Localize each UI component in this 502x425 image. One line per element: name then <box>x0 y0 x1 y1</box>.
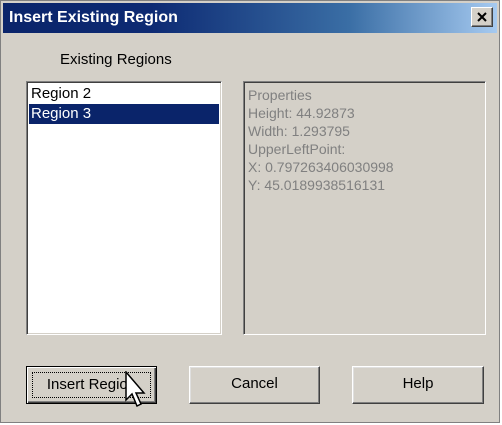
help-button[interactable]: Help <box>352 366 484 404</box>
property-width: Width: 1.293795 <box>248 123 350 139</box>
insert-region-button[interactable]: Insert Region <box>26 366 157 404</box>
regions-listbox[interactable]: Region 2 Region 3 <box>26 81 222 335</box>
list-item-region-3[interactable]: Region 3 <box>29 104 219 124</box>
list-item-region-2[interactable]: Region 2 <box>29 84 219 104</box>
property-height: Height: 44.92873 <box>248 105 355 121</box>
property-x: X: 0.797263406030998 <box>248 159 394 175</box>
close-icon <box>477 12 487 22</box>
title-bar[interactable]: Insert Existing Region <box>3 3 497 33</box>
dialog-title: Insert Existing Region <box>9 9 178 26</box>
close-button[interactable] <box>471 7 493 27</box>
properties-panel: Properties Height: 44.92873 Width: 1.293… <box>243 81 486 335</box>
properties-heading: Properties <box>248 87 312 103</box>
insert-region-label: Insert Region <box>32 372 151 398</box>
cancel-button[interactable]: Cancel <box>189 366 320 404</box>
insert-existing-region-dialog: Insert Existing Region Existing Regions … <box>0 0 500 423</box>
existing-regions-label: Existing Regions <box>60 51 172 68</box>
property-upper-left-point: UpperLeftPoint: <box>248 141 346 157</box>
property-y: Y: 45.0189938516131 <box>248 177 386 193</box>
